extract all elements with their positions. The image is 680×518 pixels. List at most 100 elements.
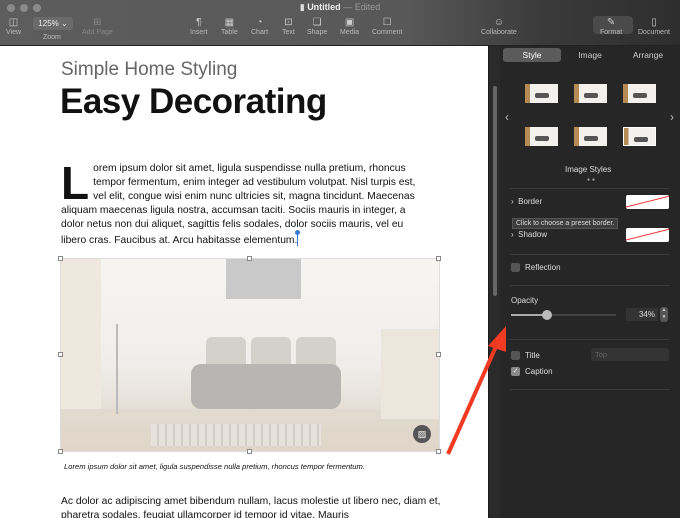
- image-caption[interactable]: Lorem ipsum dolor sit amet, ligula suspe…: [64, 462, 365, 471]
- img-panel: [61, 259, 101, 409]
- reflection-checkbox[interactable]: [511, 263, 520, 272]
- red-arrow-annotation: [446, 326, 506, 455]
- title-sep: —: [343, 2, 353, 12]
- opacity-knob[interactable]: [541, 310, 552, 320]
- comment-label: Comment: [372, 29, 403, 36]
- image-style-preset[interactable]: [525, 84, 558, 103]
- scrollbar-thumb[interactable]: [493, 86, 497, 296]
- opacity-field[interactable]: 34%: [626, 308, 658, 321]
- media-button[interactable]: ▣ Media: [340, 17, 359, 36]
- resize-handle[interactable]: [58, 449, 63, 454]
- sidebar-tabs: Style Image Arrange: [503, 48, 677, 62]
- divider: [510, 389, 670, 390]
- format-label: Format: [600, 29, 623, 36]
- shadow-disclosure[interactable]: › Shadow: [511, 230, 547, 239]
- page-dots[interactable]: ●●: [587, 177, 597, 183]
- tooltip: Click to choose a preset border.: [512, 218, 619, 229]
- replace-image-icon[interactable]: ▨: [413, 425, 431, 443]
- shadow-style-well[interactable]: [626, 228, 669, 242]
- media-icon: ▣: [344, 17, 355, 28]
- shape-button[interactable]: ❏ Shape: [307, 17, 327, 36]
- tab-arrange[interactable]: Arrange: [619, 48, 677, 62]
- img-tv: [226, 259, 301, 299]
- border-style-well[interactable]: [626, 195, 669, 209]
- resize-handle[interactable]: [247, 449, 252, 454]
- media-label: Media: [340, 29, 360, 36]
- insert-button[interactable]: ¶ Insert: [190, 17, 208, 36]
- image-style-preset[interactable]: [623, 127, 656, 146]
- table-icon: ▦: [224, 17, 235, 28]
- opacity-stepper[interactable]: ▲ ▼: [660, 307, 668, 322]
- title-label: Title: [525, 351, 540, 360]
- divider: [510, 254, 670, 255]
- img-sofa: [191, 364, 341, 409]
- selected-image[interactable]: ▨: [60, 258, 440, 452]
- comment-button[interactable]: ☐ Comment: [372, 17, 402, 36]
- text-cursor: [295, 230, 301, 247]
- shape-label: Shape: [307, 29, 328, 36]
- opacity-label: Opacity: [511, 296, 539, 305]
- zoom-label: Zoom: [43, 34, 61, 41]
- add-page-button[interactable]: ⊞ Add Page: [82, 17, 113, 36]
- chart-icon: ◔: [256, 17, 263, 28]
- subtitle[interactable]: Simple Home Styling: [61, 59, 237, 81]
- divider: [510, 339, 670, 340]
- add-page-icon: ⊞: [93, 17, 102, 28]
- drop-cap: L: [61, 157, 90, 209]
- img-rug: [151, 424, 321, 446]
- arrow-head: [488, 326, 506, 352]
- comment-icon: ☐: [382, 17, 392, 28]
- shape-icon: ❏: [312, 17, 322, 28]
- resize-handle[interactable]: [436, 256, 441, 261]
- text-button[interactable]: ⊡ Text: [282, 17, 295, 36]
- image-style-preset[interactable]: [623, 84, 656, 103]
- divider: [510, 188, 670, 189]
- prev-styles-icon[interactable]: ‹: [505, 110, 509, 124]
- image-style-preset[interactable]: [574, 127, 607, 146]
- collaborate-button[interactable]: ☺ Collaborate: [481, 17, 517, 36]
- collaborate-icon: ☺: [493, 17, 505, 28]
- view-label: View: [6, 29, 22, 36]
- shadow-label: Shadow: [518, 230, 548, 239]
- border-disclosure[interactable]: › Border: [511, 197, 542, 206]
- chart-label: Chart: [251, 29, 269, 36]
- body-paragraph-2[interactable]: Ac dolor ac adipiscing amet bibendum nul…: [61, 495, 441, 518]
- image-style-grid: [525, 84, 660, 146]
- opacity-slider[interactable]: [511, 310, 616, 320]
- document-icon: ▯: [651, 17, 657, 28]
- resize-handle[interactable]: [247, 256, 252, 261]
- zoom-select[interactable]: 125% ⌄: [33, 17, 73, 30]
- insert-label: Insert: [190, 29, 208, 36]
- collaborate-label: Collaborate: [481, 29, 517, 36]
- img-lamp: [116, 324, 118, 414]
- title-position-select[interactable]: Top: [591, 348, 669, 361]
- table-button[interactable]: ▦ Table: [221, 17, 238, 36]
- format-sidebar: Style Image Arrange ‹ › Image Styles ●● …: [500, 46, 680, 518]
- image-styles-label: Image Styles: [565, 165, 612, 174]
- chart-button[interactable]: ◔ Chart: [251, 17, 268, 36]
- divider: [510, 285, 670, 286]
- sidebar-icon: ◫: [8, 17, 19, 28]
- view-button[interactable]: ◫ View: [6, 17, 21, 36]
- window-title: ▮ Untitled — Edited: [299, 2, 381, 12]
- next-styles-icon[interactable]: ›: [670, 110, 674, 124]
- doc-name: Untitled: [307, 2, 341, 12]
- format-button[interactable]: ✎ Format: [600, 17, 622, 36]
- toolbar: ▮ Untitled — Edited ◫ View 125% ⌄ Zoom ⊞ A…: [0, 0, 680, 46]
- title[interactable]: Easy Decorating: [60, 82, 327, 122]
- document-button[interactable]: ▯ Document: [638, 17, 670, 36]
- tab-style[interactable]: Style: [503, 48, 561, 62]
- textbox-icon: ⊡: [284, 17, 293, 28]
- body-paragraph-1[interactable]: Lorem ipsum dolor sit amet, ligula suspe…: [61, 157, 431, 249]
- tab-image[interactable]: Image: [561, 48, 619, 62]
- border-label: Border: [518, 197, 543, 206]
- document-canvas[interactable]: Simple Home Styling Easy Decorating Lore…: [0, 46, 488, 518]
- image-style-preset[interactable]: [574, 84, 607, 103]
- text-label: Text: [282, 29, 295, 36]
- resize-handle[interactable]: [58, 352, 63, 357]
- caption-label: Caption: [525, 367, 553, 376]
- resize-handle[interactable]: [58, 256, 63, 261]
- para1-text: orem ipsum dolor sit amet, ligula suspen…: [61, 163, 416, 247]
- image-style-preset[interactable]: [525, 127, 558, 146]
- img-shelf: [381, 329, 439, 419]
